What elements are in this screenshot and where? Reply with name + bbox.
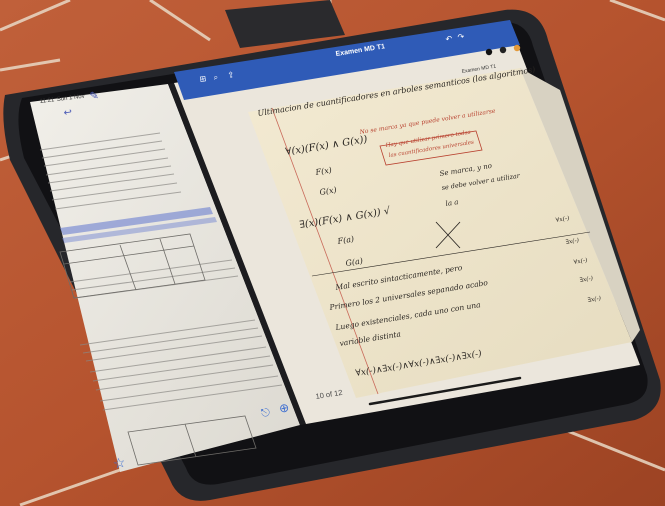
color-swatch-dark[interactable]	[499, 46, 507, 54]
photo-scene: 11:21 Sun 1 Nov ✎ ↩ ☆ ⊕ ⎋ Examen MD T1 ⊞…	[0, 0, 665, 506]
color-swatch-orange[interactable]	[513, 44, 521, 52]
color-swatch-black[interactable]	[485, 48, 493, 56]
grid-icon[interactable]: ⊞	[199, 74, 207, 84]
pen-tool-icon[interactable]: ✎	[89, 90, 100, 103]
share-icon-toolbar[interactable]: ⇪	[227, 70, 235, 80]
back-icon[interactable]: ↩	[63, 107, 73, 119]
